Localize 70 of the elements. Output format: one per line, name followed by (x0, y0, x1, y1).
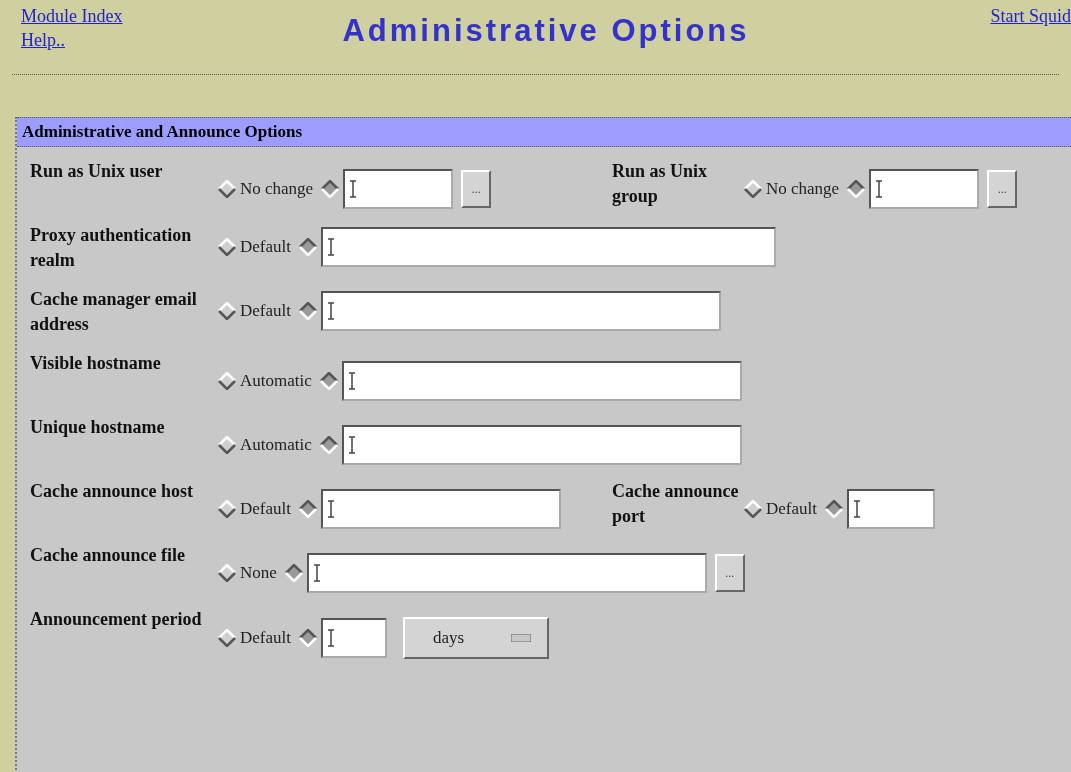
field-label: Run as Unix group (612, 160, 709, 208)
text-input[interactable] (847, 489, 935, 529)
field-label: Run as Unix user (30, 160, 164, 183)
text-input[interactable] (341, 361, 742, 401)
text-cursor-icon (875, 180, 884, 198)
text-cursor-icon (327, 629, 335, 647)
option-label: Default (240, 498, 291, 521)
radio-button[interactable] (319, 436, 338, 454)
field-label: Unique hostname (30, 416, 166, 439)
text-cursor-icon (327, 302, 335, 320)
option-label: Automatic (240, 434, 312, 457)
text-cursor-icon (312, 564, 321, 582)
text-cursor-icon (327, 238, 335, 256)
text-cursor-icon (347, 372, 356, 390)
radio-button[interactable] (218, 500, 236, 518)
text-cursor-icon (327, 500, 335, 518)
radio-button[interactable] (744, 180, 762, 198)
radio-button[interactable] (847, 180, 866, 198)
browse-button[interactable]: ... (987, 170, 1018, 208)
radio-button[interactable] (218, 436, 236, 454)
radio-button[interactable] (218, 629, 236, 647)
radio-button[interactable] (825, 500, 843, 518)
radio-button[interactable] (218, 302, 236, 320)
dropdown-indicator-icon (511, 634, 531, 642)
radio-button[interactable] (284, 564, 303, 582)
unit-dropdown[interactable]: days (403, 617, 549, 659)
radio-button[interactable] (218, 564, 236, 582)
text-input[interactable] (306, 553, 707, 593)
option-label: Default (766, 498, 817, 521)
text-input[interactable] (321, 618, 387, 658)
field-label: Cache announce host (30, 480, 195, 503)
nav-link[interactable]: Help.. (21, 28, 221, 52)
option-label: Default (240, 300, 291, 323)
radio-button[interactable] (299, 238, 317, 256)
page-title: Administrative Options (342, 12, 750, 50)
text-input[interactable] (321, 489, 561, 529)
text-cursor-icon (853, 500, 861, 518)
radio-button[interactable] (321, 180, 340, 198)
option-label: Automatic (240, 370, 312, 393)
nav-link[interactable]: Module Index (21, 4, 221, 28)
browse-button[interactable]: ... (461, 170, 492, 208)
option-label: Default (240, 236, 291, 259)
option-label: None (240, 562, 277, 585)
text-input[interactable] (343, 169, 454, 209)
browse-button[interactable]: ... (714, 554, 745, 592)
text-cursor-icon (347, 436, 356, 454)
radio-button[interactable] (299, 500, 317, 518)
text-input[interactable] (869, 169, 980, 209)
field-label: Cache announce file (30, 544, 186, 567)
option-label: No change (766, 178, 840, 201)
field-label: Proxy authentication realm (30, 224, 193, 272)
field-label: Cache manager email address (30, 288, 198, 336)
text-cursor-icon (349, 180, 358, 198)
radio-button[interactable] (299, 629, 317, 647)
field-label: Cache announce port (612, 480, 740, 528)
field-label: Visible hostname (30, 352, 162, 375)
radio-button[interactable] (319, 372, 338, 390)
section-header: Administrative and Announce Options (17, 117, 1071, 147)
text-input[interactable] (321, 291, 721, 331)
nav-link[interactable]: Start Squid (990, 4, 1071, 28)
radio-button[interactable] (218, 180, 236, 198)
text-input[interactable] (341, 425, 742, 465)
radio-button[interactable] (218, 238, 236, 256)
text-input[interactable] (321, 227, 776, 267)
radio-button[interactable] (744, 500, 762, 518)
radio-button[interactable] (299, 302, 317, 320)
option-label: Default (240, 627, 291, 650)
option-label: No change (240, 178, 314, 201)
radio-button[interactable] (218, 372, 236, 390)
field-label: Announcement period (30, 608, 203, 631)
